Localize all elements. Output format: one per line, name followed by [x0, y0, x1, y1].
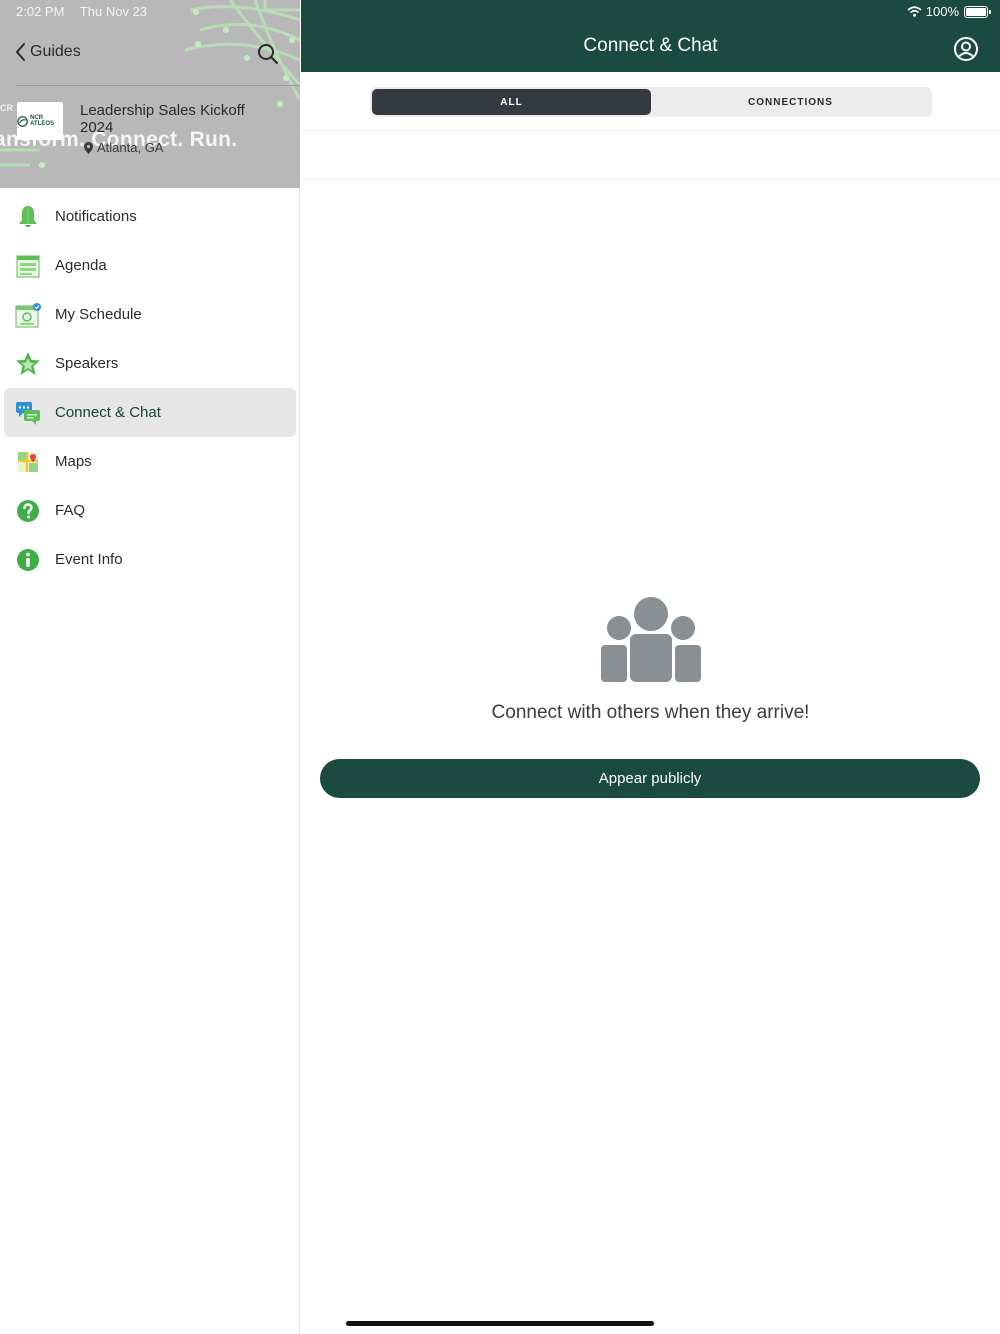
- banner-circuit-art: [0, 0, 300, 168]
- guides-back-label: Guides: [30, 43, 81, 60]
- event-location-label: Atlanta, GA: [97, 140, 164, 155]
- status-bar-left: 2:02 PM Thu Nov 23: [16, 4, 159, 19]
- user-circle-icon: [954, 37, 978, 61]
- sidebar-nav: Notifications Agenda My Schedule Speaker…: [0, 192, 300, 584]
- sidebar-item-faq[interactable]: FAQ: [4, 486, 296, 535]
- chat-icon: [15, 400, 41, 426]
- battery-icon: [964, 5, 991, 18]
- question-icon: [15, 498, 41, 524]
- atleos-logo-icon: [17, 115, 28, 127]
- page-title: Connect & Chat: [583, 35, 718, 56]
- sidebar-item-maps[interactable]: Maps: [4, 437, 296, 486]
- empty-message: Connect with others when they arrive!: [491, 702, 810, 723]
- guides-back-button[interactable]: Guides: [14, 42, 81, 62]
- sidebar-item-event-info[interactable]: Event Info: [4, 535, 296, 584]
- status-date: Thu Nov 23: [79, 4, 148, 19]
- sidebar-item-connect-chat[interactable]: Connect & Chat: [4, 388, 296, 437]
- sidebar-item-label: Event Info: [55, 551, 123, 568]
- people-group-icon: [600, 597, 701, 682]
- bell-icon: [15, 204, 41, 230]
- tab-connections[interactable]: CONNECTIONS: [651, 89, 930, 115]
- sidebar-item-agenda[interactable]: Agenda: [4, 241, 296, 290]
- event-location: Atlanta, GA: [84, 140, 163, 155]
- chevron-left-icon: [16, 43, 25, 61]
- sidebar-item-label: Connect & Chat: [55, 404, 161, 421]
- search-button[interactable]: [256, 42, 280, 66]
- event-title: Leadership Sales Kickoff 2024: [80, 102, 245, 136]
- schedule-icon: [15, 302, 41, 328]
- status-time: 2:02 PM: [16, 4, 65, 19]
- map-icon: [15, 449, 41, 475]
- battery-percent: 100%: [925, 4, 959, 19]
- sidebar-item-label: Notifications: [55, 208, 137, 225]
- sidebar-item-my-schedule[interactable]: My Schedule: [4, 290, 296, 339]
- divider: [301, 130, 1000, 131]
- header-divider: [16, 85, 300, 86]
- location-pin-icon: [84, 141, 93, 154]
- banner-brand-text: CR: [0, 103, 13, 113]
- home-indicator: [346, 1321, 654, 1326]
- sidebar-item-label: Maps: [55, 453, 92, 470]
- search-icon: [258, 44, 278, 64]
- agenda-icon: [15, 253, 41, 279]
- info-icon: [15, 547, 41, 573]
- sidebar-item-notifications[interactable]: Notifications: [4, 192, 296, 241]
- wifi-icon: [907, 6, 922, 17]
- tab-all[interactable]: ALL: [372, 89, 651, 115]
- event-logo-text: NCR ATLEOS: [30, 115, 55, 127]
- empty-state: Connect with others when they arrive!: [301, 596, 1000, 724]
- sidebar-item-speakers[interactable]: Speakers: [4, 339, 296, 388]
- sidebar-item-label: Speakers: [55, 355, 119, 372]
- sidebar: 2:02 PM Thu Nov 23 Guides CR ansform. Co…: [0, 0, 300, 1334]
- main-panel: 100% Connect & Chat ALL CONNECTIONS Conn…: [301, 0, 1000, 1334]
- event-banner: 2:02 PM Thu Nov 23 Guides CR ansform. Co…: [0, 0, 300, 188]
- star-icon: [15, 351, 41, 377]
- status-bar-right: 100%: [907, 4, 991, 19]
- divider: [301, 179, 1000, 180]
- event-logo: NCR ATLEOS: [17, 102, 63, 140]
- sidebar-item-label: Agenda: [55, 257, 107, 274]
- profile-button[interactable]: [953, 36, 979, 62]
- sidebar-item-label: FAQ: [55, 502, 86, 519]
- top-bar: 100% Connect & Chat: [301, 0, 1000, 72]
- filter-tabs: ALL CONNECTIONS: [370, 87, 932, 117]
- sidebar-item-label: My Schedule: [55, 306, 142, 323]
- appear-publicly-button[interactable]: Appear publicly: [320, 759, 980, 798]
